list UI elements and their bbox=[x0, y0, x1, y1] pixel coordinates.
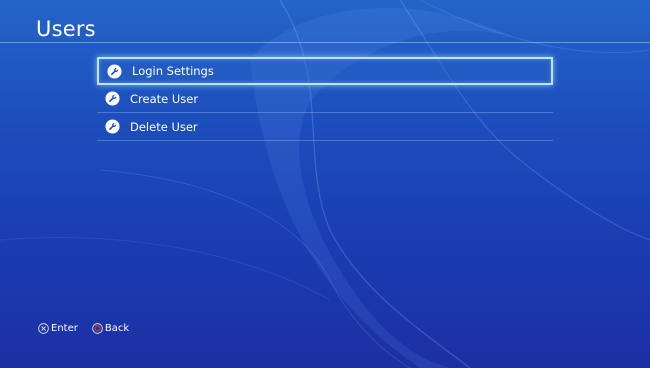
wrench-icon bbox=[107, 63, 122, 79]
menu-item-create-user[interactable]: Create User bbox=[97, 85, 553, 113]
menu-item-login-settings[interactable]: Login Settings bbox=[97, 57, 553, 85]
menu-item-delete-user[interactable]: Delete User bbox=[97, 113, 553, 141]
enter-label: Enter bbox=[51, 323, 78, 334]
users-menu: Login Settings Create User Delete User bbox=[97, 57, 553, 141]
menu-item-label: Create User bbox=[130, 91, 199, 106]
menu-item-label: Delete User bbox=[130, 119, 198, 134]
menu-item-label: Login Settings bbox=[132, 64, 214, 78]
page-title: Users bbox=[36, 17, 96, 41]
header-divider bbox=[0, 42, 650, 43]
wrench-icon bbox=[105, 119, 120, 134]
circle-button-icon bbox=[92, 323, 103, 334]
background-waves bbox=[0, 0, 650, 368]
button-hints: Enter Back bbox=[38, 323, 143, 334]
back-label: Back bbox=[104, 323, 130, 334]
wrench-icon bbox=[105, 91, 120, 106]
enter-hint[interactable]: Enter bbox=[38, 323, 78, 334]
back-hint[interactable]: Back bbox=[92, 323, 129, 334]
cross-button-icon bbox=[38, 323, 49, 334]
